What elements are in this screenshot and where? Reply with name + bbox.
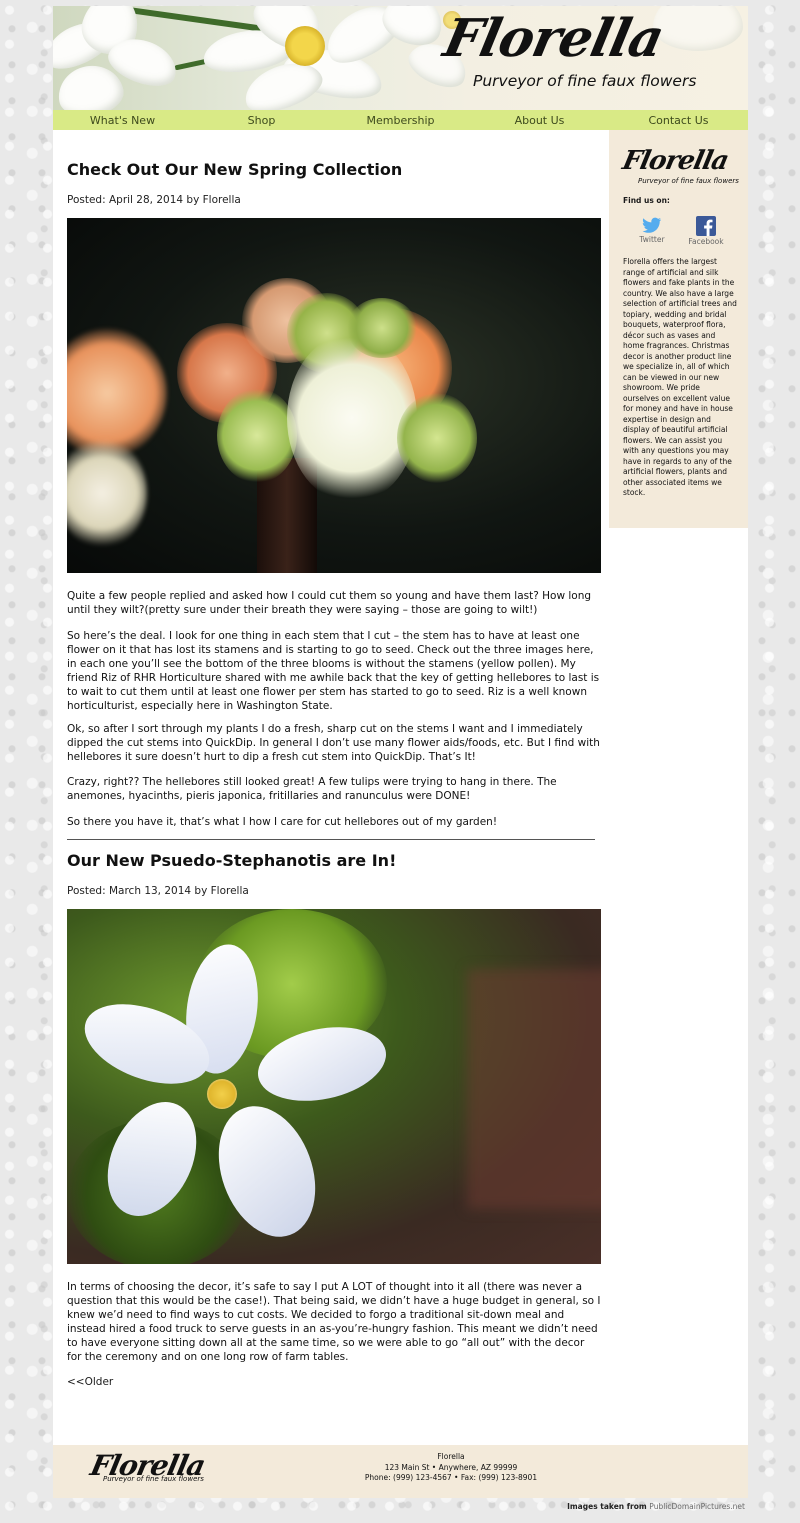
post-meta: Posted: March 13, 2014 by Florella [67, 885, 249, 897]
older-posts-link[interactable]: <<Older [67, 1376, 113, 1388]
page: Florella Purveyor of fine faux flowers W… [53, 6, 748, 1498]
site-footer: Florella Purveyor of fine faux flowers F… [53, 1445, 748, 1498]
post-divider [67, 839, 595, 840]
post-paragraph: In terms of choosing the decor, it’s saf… [67, 1281, 601, 1363]
footer-logo-tagline: Purveyor of fine faux flowers [103, 1475, 204, 1483]
nav-about-us[interactable]: About Us [470, 110, 609, 130]
post-paragraph: Crazy, right?? The hellebores still look… [67, 776, 557, 802]
nav-contact-us[interactable]: Contact Us [609, 110, 748, 130]
image-credit-link[interactable]: PublicDomainPictures.net [649, 1502, 745, 1511]
image-credit-prefix: Images taken from [567, 1502, 650, 1511]
twitter-label: Twitter [639, 235, 665, 244]
nav-whats-new[interactable]: What's New [53, 110, 192, 130]
post-image-stephanotis [67, 909, 601, 1264]
facebook-label: Facebook [688, 237, 724, 246]
post-meta: Posted: April 28, 2014 by Florella [67, 194, 241, 206]
find-us-label: Find us on: [623, 196, 670, 205]
post-paragraph: Ok, so after I sort through my plants I … [67, 723, 600, 763]
nav-membership[interactable]: Membership [331, 110, 470, 130]
sidebar-logo-tagline: Purveyor of fine faux flowers [638, 177, 739, 185]
twitter-link[interactable]: Twitter [637, 216, 667, 244]
sidebar-logo-title[interactable]: Florella [620, 146, 731, 176]
facebook-link[interactable]: Facebook [683, 216, 729, 246]
nav-shop[interactable]: Shop [192, 110, 331, 130]
footer-contact: Phone: (999) 123-4567 • Fax: (999) 123-8… [364, 1473, 538, 1482]
post-paragraph: So here’s the deal. I look for one thing… [67, 630, 600, 712]
sidebar: Florella Purveyor of fine faux flowers F… [609, 130, 748, 528]
footer-company: Florella [437, 1452, 465, 1461]
main-nav: What's New Shop Membership About Us Cont… [53, 110, 748, 130]
post-title[interactable]: Our New Psuedo-Stephanotis are In! [67, 851, 396, 870]
twitter-icon [642, 216, 662, 234]
post-title[interactable]: Check Out Our New Spring Collection [67, 160, 402, 179]
logo-tagline: Purveyor of fine faux flowers [473, 72, 697, 90]
sidebar-about-text: Florella offers the largest range of art… [623, 257, 737, 497]
site-header: Florella Purveyor of fine faux flowers [53, 6, 748, 110]
post-paragraph: So there you have it, that’s what I how … [67, 816, 498, 828]
post-paragraph: Quite a few people replied and asked how… [67, 590, 592, 616]
logo-title[interactable]: Florella [439, 8, 669, 69]
image-credit: Images taken from PublicDomainPictures.n… [567, 1502, 745, 1511]
facebook-icon [696, 216, 716, 236]
post-image-bouquet [67, 218, 601, 573]
footer-address: 123 Main St • Anywhere, AZ 99999 [384, 1462, 518, 1472]
